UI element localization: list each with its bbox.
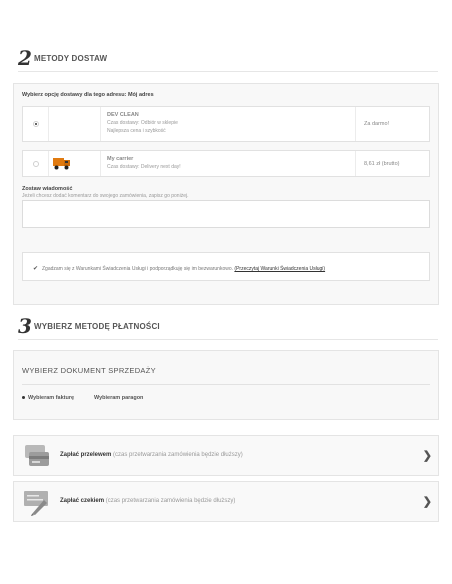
payment-note: (czas przetwarzania zamówienia będzie dł… [105, 498, 236, 504]
message-hint: Jeżeli chcesz dodać komentarz do swojego… [22, 193, 189, 199]
delivery-radio-selected[interactable] [33, 121, 39, 127]
document-option-label: Wybieram paragon [94, 395, 144, 401]
step-3-header: 3 WYBIERZ METODĘ PŁATNOŚCI [18, 316, 438, 340]
sales-document-title: WYBIERZ DOKUMENT SPRZEDAŻY [22, 366, 156, 375]
message-textarea[interactable] [22, 200, 430, 228]
step-number: 2 [18, 46, 32, 70]
divider [22, 384, 430, 385]
delivery-option-dev-clean[interactable]: DEV CLEAN Czas dostawy: Odbiór w sklepie… [22, 106, 430, 142]
delivery-panel: Wybierz opcję dostawy dla tego adresu: M… [13, 83, 439, 305]
price-cell: 8,61 zł (brutto) [355, 151, 429, 176]
sales-document-panel: WYBIERZ DOKUMENT SPRZEDAŻY Wybieram fakt… [13, 350, 439, 420]
carrier-name: DEV CLEAN [107, 112, 139, 118]
message-label: Zostaw wiadomość [22, 186, 73, 192]
cheque-icon [24, 491, 48, 516]
payment-option-transfer[interactable]: Zapłać przelewem (czas przetwarzania zam… [13, 435, 439, 476]
delivery-choose-label: Wybierz opcję dostawy dla tego adresu: M… [22, 92, 154, 98]
document-option-invoice[interactable]: Wybieram fakturę [22, 395, 74, 401]
bank-card-icon [25, 445, 49, 466]
terms-text-wrap: Zgadzam się z Warunkami Świadczenia Usłu… [42, 266, 325, 272]
delivery-option-my-carrier[interactable]: My carrier Czas dostawy: Delivery next d… [22, 150, 430, 177]
carrier-logo-cell [49, 107, 101, 141]
carrier-price: Za darmo! [364, 121, 390, 127]
step-title: WYBIERZ METODĘ PŁATNOŚCI [34, 322, 160, 331]
carrier-delivery-time: Czas dostawy: Delivery next day! [107, 164, 181, 170]
carrier-price: 8,61 zł (brutto) [364, 161, 400, 167]
step-number: 3 [18, 314, 32, 338]
payment-label: Zapłać przelewem (czas przetwarzania zam… [60, 452, 243, 458]
radio-cell [23, 151, 49, 176]
truck-icon [53, 158, 70, 170]
delivery-radio[interactable] [33, 161, 39, 167]
document-option-receipt[interactable]: Wybieram paragon [94, 395, 143, 401]
payment-option-cheque[interactable]: Zapłać czekiem (czas przetwarzania zamów… [13, 481, 439, 522]
carrier-description: Najlepsza cena i szybkość [107, 128, 166, 134]
price-cell: Za darmo! [355, 107, 429, 141]
terms-text: Zgadzam się z Warunkami Świadczenia Usłu… [42, 266, 234, 272]
payment-name: Zapłać przelewem [60, 452, 112, 458]
payment-note: (czas przetwarzania zamówienia będzie dł… [113, 452, 243, 458]
terms-box: ✔ Zgadzam się z Warunkami Świadczenia Us… [22, 252, 430, 281]
terms-checkbox[interactable]: ✔ [33, 265, 38, 272]
radio-cell [23, 107, 49, 141]
carrier-name: My carrier [107, 156, 134, 162]
payment-name: Zapłać czekiem [60, 498, 105, 504]
chevron-right-icon: ❯ [422, 496, 432, 508]
terms-link[interactable]: (Przeczytaj Warunki Świadczenia Usługi) [234, 266, 325, 272]
payment-label: Zapłać czekiem (czas przetwarzania zamów… [60, 498, 235, 504]
step-title: METODY DOSTAW [34, 54, 108, 63]
document-option-label: Wybieram fakturę [28, 395, 75, 401]
carrier-delivery-time: Czas dostawy: Odbiór w sklepie [107, 120, 178, 126]
radio-selected-dot [22, 396, 25, 400]
chevron-right-icon: ❯ [422, 450, 432, 462]
step-2-header: 2 METODY DOSTAW [18, 48, 438, 72]
